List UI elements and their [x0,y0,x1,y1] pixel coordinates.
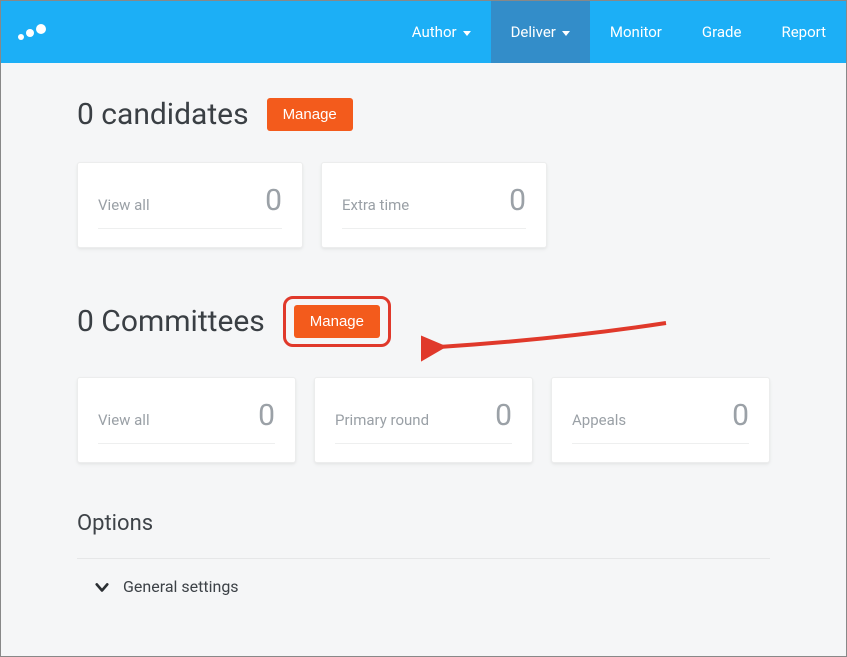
candidates-cards: View all 0 Extra time 0 [77,162,770,248]
nav-label: Report [781,23,826,41]
chevron-down-icon [95,580,109,594]
general-settings-label: General settings [123,577,239,596]
options-accordion: General settings [77,558,770,596]
options-title: Options [77,511,770,536]
card-value: 0 [732,398,749,433]
nav-item-author[interactable]: Author [392,1,491,63]
card-label: Primary round [335,411,429,429]
card-view-all-candidates[interactable]: View all 0 [77,162,303,248]
card-label: View all [98,411,150,429]
general-settings-row[interactable]: General settings [95,577,770,596]
nav-label: Author [412,23,457,41]
annotation-highlight: Manage [283,296,391,347]
card-value: 0 [258,398,275,433]
nav-item-deliver[interactable]: Deliver [491,1,590,63]
committees-heading: 0 Committees Manage [77,296,770,347]
nav-item-monitor[interactable]: Monitor [590,1,682,63]
card-value: 0 [265,183,282,218]
candidates-heading: 0 candidates Manage [77,97,770,132]
card-value: 0 [495,398,512,433]
card-label: View all [98,196,150,214]
manage-candidates-button[interactable]: Manage [267,98,353,131]
card-extra-time[interactable]: Extra time 0 [321,162,547,248]
committees-title: 0 Committees [77,304,265,339]
nav-label: Monitor [610,23,662,41]
page-body: 0 candidates Manage View all 0 Extra tim… [1,63,846,596]
chevron-down-icon [562,31,570,36]
card-label: Extra time [342,196,409,214]
chevron-down-icon [463,31,471,36]
card-appeals[interactable]: Appeals 0 [551,377,770,463]
card-view-all-committees[interactable]: View all 0 [77,377,296,463]
nav-item-report[interactable]: Report [761,1,846,63]
logo[interactable] [1,1,67,63]
nav-label: Deliver [511,23,556,41]
manage-committees-button[interactable]: Manage [294,305,380,338]
top-navbar: Author Deliver Monitor Grade Report [1,1,846,63]
nav-item-grade[interactable]: Grade [682,1,762,63]
nav-label: Grade [702,23,742,41]
logo-icon [15,21,47,43]
card-label: Appeals [572,411,626,429]
committees-cards: View all 0 Primary round 0 Appeals 0 [77,377,770,463]
card-value: 0 [509,183,526,218]
card-primary-round[interactable]: Primary round 0 [314,377,533,463]
candidates-title: 0 candidates [77,97,249,132]
